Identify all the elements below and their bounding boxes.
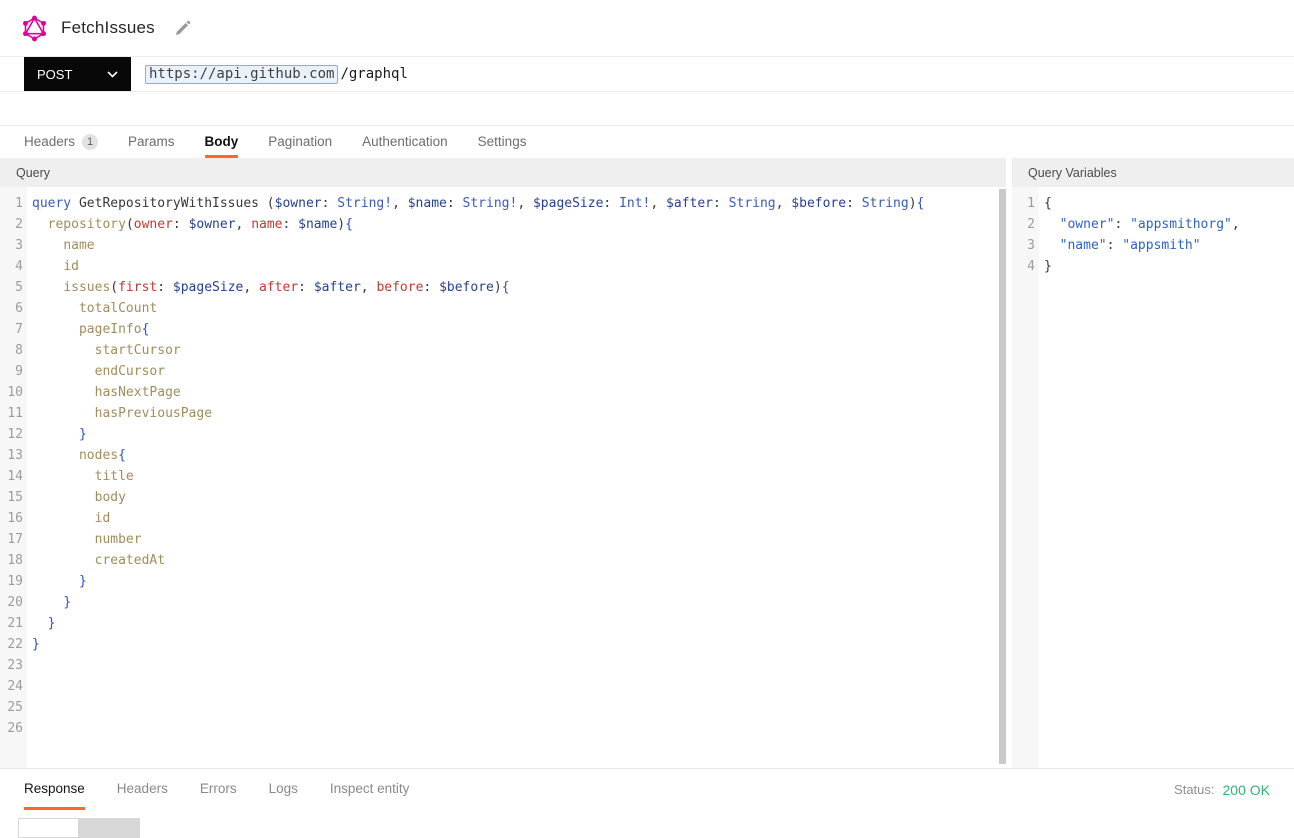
request-tabs: Headers 1 Params Body Pagination Authent… [0, 125, 1294, 158]
query-code[interactable]: query GetRepositoryWithIssues ($owner: S… [27, 187, 1006, 768]
tab-params[interactable]: Params [128, 126, 175, 158]
query-scrollbar[interactable] [999, 189, 1006, 764]
variables-pane-header: Query Variables [1012, 158, 1294, 187]
status-label: Status: [1174, 782, 1214, 797]
url-path: /graphql [340, 66, 407, 82]
response-format-option-2[interactable] [78, 818, 140, 838]
response-tabs: Response Headers Errors Logs Inspect ent… [0, 768, 1294, 810]
tab-logs[interactable]: Logs [269, 769, 298, 810]
edit-name-icon[interactable] [174, 20, 191, 37]
tab-headers[interactable]: Headers 1 [24, 126, 98, 158]
tab-settings[interactable]: Settings [478, 126, 527, 158]
app-header: FetchIssues [0, 0, 1294, 57]
chevron-down-icon [107, 71, 118, 78]
method-dropdown[interactable]: POST [24, 57, 131, 91]
editor-panels: Query 1234567891011121314151617181920212… [0, 158, 1294, 768]
method-label: POST [37, 67, 72, 82]
url-input[interactable]: https://api.github.com /graphql [145, 57, 408, 91]
tab-authentication[interactable]: Authentication [362, 126, 448, 158]
variables-editor[interactable]: 1234 { "owner": "appsmithorg", "name": "… [1012, 187, 1294, 768]
variables-pane: Query Variables 1234 { "owner": "appsmit… [1012, 158, 1294, 768]
query-pane: Query 1234567891011121314151617181920212… [0, 158, 1006, 768]
headers-count-badge: 1 [82, 134, 98, 150]
url-highlight: https://api.github.com [145, 65, 338, 84]
tab-body[interactable]: Body [205, 126, 239, 158]
tab-pagination[interactable]: Pagination [268, 126, 332, 158]
tab-inspect-entity[interactable]: Inspect entity [330, 769, 410, 810]
request-url-row: POST https://api.github.com /graphql [0, 57, 1294, 92]
query-pane-header: Query [0, 158, 1006, 187]
graphql-logo-icon [21, 15, 48, 42]
tab-response[interactable]: Response [24, 769, 85, 810]
tab-response-headers[interactable]: Headers [117, 769, 168, 810]
query-editor[interactable]: 1234567891011121314151617181920212223242… [0, 187, 1006, 768]
page-title: FetchIssues [61, 18, 155, 38]
response-format-toggle[interactable] [18, 818, 140, 838]
response-format-option-1[interactable] [18, 818, 79, 838]
tab-errors[interactable]: Errors [200, 769, 237, 810]
variables-code[interactable]: { "owner": "appsmithorg", "name": "appsm… [1039, 187, 1294, 768]
query-gutter: 1234567891011121314151617181920212223242… [0, 187, 27, 768]
status-value: 200 OK [1223, 782, 1270, 798]
variables-gutter: 1234 [1012, 187, 1039, 768]
